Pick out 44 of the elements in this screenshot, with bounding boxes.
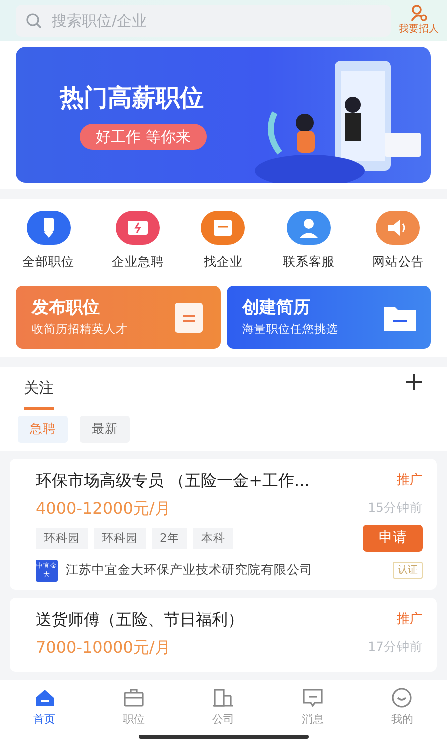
job-title: 环保市场高级专员 （五险一金+工作... — [36, 470, 310, 492]
promoted-label: 推广 — [397, 611, 423, 629]
first-aid-kit-icon — [128, 218, 148, 238]
search-icon — [26, 12, 42, 28]
post-time: 17分钟前 — [368, 638, 423, 656]
promoted-label: 推广 — [397, 472, 423, 490]
card-subtitle: 收简历招精英人才 — [32, 321, 128, 338]
quick-link[interactable]: 全部职位 — [22, 211, 75, 272]
job-tag: 环科园 — [94, 528, 146, 549]
section-tab[interactable]: 关注 — [24, 372, 54, 410]
tab-bar-item[interactable]: 消息 — [282, 686, 343, 728]
job-tag: 本科 — [193, 528, 234, 549]
person-icon — [410, 4, 428, 22]
apply-button[interactable]: 申请 — [363, 524, 423, 552]
tab-bar-item[interactable]: 首页 — [14, 686, 75, 728]
salary: 7000-10000元/月 — [36, 636, 171, 659]
recruit-button[interactable]: 我要招人 — [399, 4, 439, 37]
post-time: 15分钟前 — [368, 499, 423, 518]
smile-icon — [390, 686, 414, 710]
filter-chip[interactable]: 最新 — [80, 416, 130, 443]
quick-link[interactable]: 联系客服 — [282, 211, 335, 272]
tab-bar-item[interactable]: 职位 — [104, 686, 164, 728]
document-icon — [213, 218, 234, 238]
job-card[interactable]: 送货师傅（五险、节日福利） 推广 7000-10000元/月 17分钟前 — [10, 598, 437, 672]
create-resume-card[interactable]: 创建简历 海量职位任您挑选 — [226, 286, 431, 348]
quick-link[interactable]: 网站公告 — [372, 211, 424, 272]
quick-link[interactable]: 企业急聘 — [112, 211, 164, 272]
card-subtitle: 海量职位任您挑选 — [242, 321, 338, 338]
add-icon[interactable] — [405, 372, 423, 390]
headset-icon — [298, 218, 319, 238]
verified-badge: 认证 — [393, 562, 423, 580]
card-title: 发布职位 — [32, 296, 101, 320]
job-tag: 环科园 — [36, 528, 88, 549]
slogan-pill: 好工作 等你来 — [80, 124, 207, 150]
tab-bar-item[interactable]: 我的 — [372, 686, 432, 728]
company-name: 江苏中宜金大环保产业技术研究院有限公司 — [66, 561, 314, 580]
job-title: 送货师傅（五险、节日福利） — [36, 608, 244, 631]
tab-bar-item[interactable]: 公司 — [193, 686, 254, 728]
banner-title: 热门高薪职位 — [60, 82, 204, 114]
post-job-card[interactable]: 发布职位 收简历招精英人才 — [16, 286, 220, 348]
banner[interactable]: 热门高薪职位 好工作 等你来 — [16, 47, 431, 183]
salary: 4000-12000元/月 — [36, 498, 171, 520]
job-tag: 2年 — [152, 528, 188, 549]
card-title: 创建简历 — [242, 296, 312, 320]
